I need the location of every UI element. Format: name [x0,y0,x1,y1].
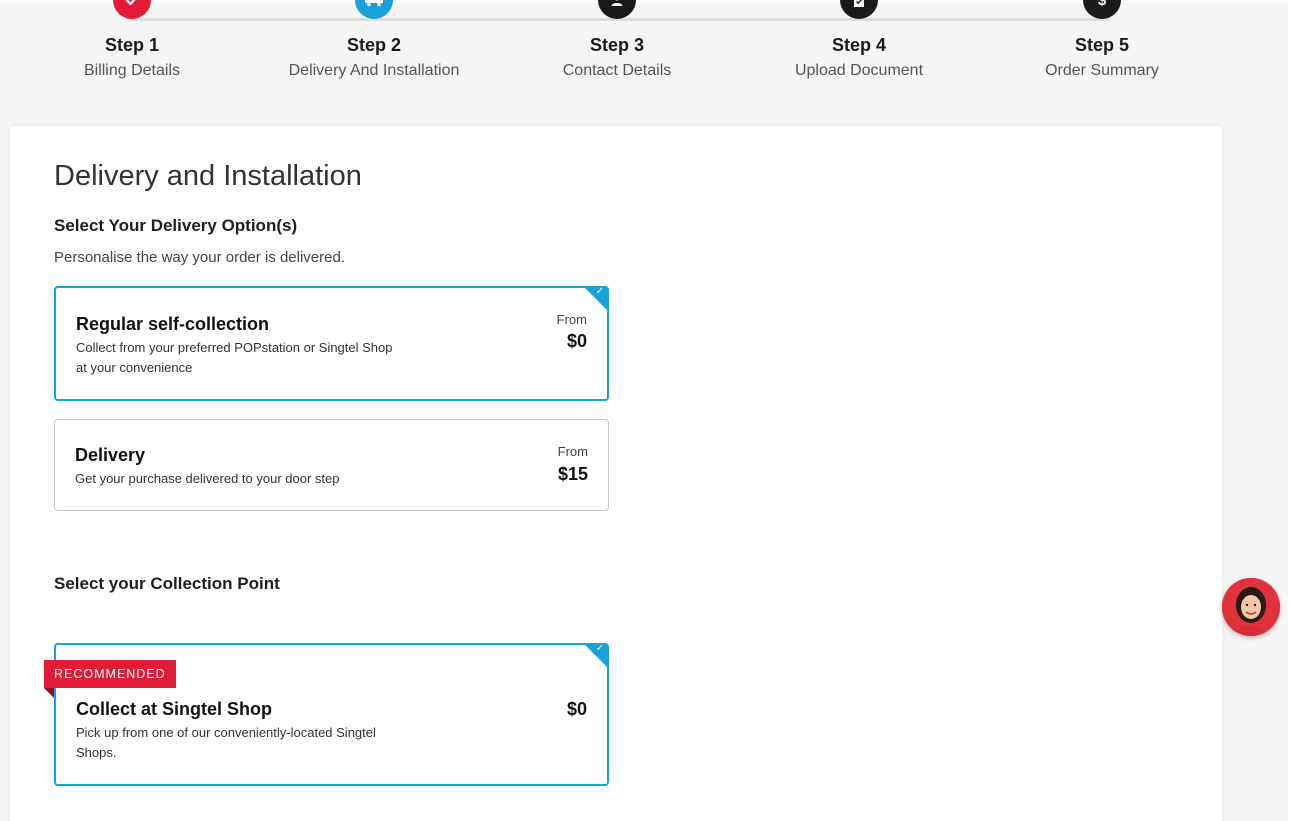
step-1-title: Step 1 [104,35,160,55]
step-4-title: Step 4 [831,35,887,55]
delivery-options-description: Personalise the way your order is delive… [54,249,345,266]
document-icon [840,0,878,19]
option-price: $0 [566,331,587,351]
delivery-options-heading: Select Your Delivery Option(s) [54,216,298,235]
step-3[interactable]: Step 3 Contact Details [507,0,727,80]
option-delivery[interactable]: Delivery Get your purchase delivered to … [54,419,609,511]
step-3-title: Step 3 [589,35,645,55]
step-5-subtitle: Order Summary [1045,62,1159,79]
user-icon [598,0,636,19]
truck-icon [355,0,393,19]
step-2[interactable]: Step 2 Delivery And Installation [264,0,484,80]
price-prefix: From [557,444,588,459]
chat-assistant-avatar[interactable] [1222,578,1280,636]
option-title: Collect at Singtel Shop [76,699,273,719]
price-prefix: From [556,312,587,327]
step-1[interactable]: Step 1 Billing Details [22,0,242,80]
collection-point-heading: Select your Collection Point [54,574,280,593]
ribbon-fold [44,688,54,698]
check-icon: ✓ [595,286,604,297]
option-title: Delivery [75,445,146,465]
option-price: $0 [566,699,587,719]
option-title: Regular self-collection [76,314,270,334]
option-regular-self-collection[interactable]: ✓ Regular self-collection Collect from y… [54,286,609,401]
step-4[interactable]: Step 4 Upload Document [749,0,969,80]
step-5-title: Step 5 [1074,35,1130,55]
option-description: Collect from your preferred POPstation o… [76,340,393,375]
dollar-icon: $ [1083,0,1121,19]
recommended-badge: RECOMMENDED [44,660,176,688]
step-2-title: Step 2 [346,35,402,55]
step-5[interactable]: $ Step 5 Order Summary [992,0,1212,80]
option-price: $15 [557,464,588,484]
page-title: Delivery and Installation [54,160,362,192]
step-1-subtitle: Billing Details [83,62,181,79]
step-2-subtitle: Delivery And Installation [288,62,460,79]
check-icon: ✓ [595,643,604,654]
checkout-stepper: Step 1 Billing Details Step 2 Delivery A… [0,0,1240,125]
step-3-subtitle: Contact Details [562,62,672,79]
option-description: Get your purchase delivered to your door… [75,471,340,486]
option-description: Pick up from one of our conveniently-loc… [76,725,376,760]
step-4-subtitle: Upload Document [794,62,924,79]
check-icon [113,0,151,19]
